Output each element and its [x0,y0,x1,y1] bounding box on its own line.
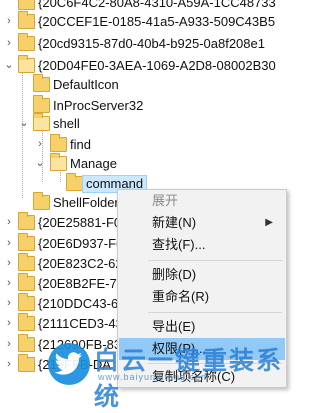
tree-row-label: {20E8B2FE-75 [38,276,125,291]
folder-icon [18,33,35,51]
tree-row-label: {212690FB-83 [38,337,122,352]
folder-icon [50,134,67,152]
chevron-right-icon[interactable]: › [3,315,15,331]
chevron-right-icon[interactable]: › [3,35,15,51]
tree-row-label: {20E6D937-F6 [38,236,124,251]
menu-item-label: 查找(F)... [152,237,206,252]
folder-open-icon [33,113,50,131]
chevron-right-icon[interactable]: › [3,275,15,291]
tree-row-label: Manage [70,156,117,171]
menu-item-delete[interactable]: 删除(D) [119,264,285,286]
tree-row[interactable]: › {20CCEF1E-0185-41a5-A933-509C43B5 [0,11,289,33]
submenu-arrow-icon: ▶ [265,217,273,228]
folder-icon [18,334,35,352]
chevron-right-icon[interactable]: › [3,356,15,372]
chevron-right-icon[interactable]: › [34,136,46,152]
tree-row[interactable]: DefaultIcon [0,74,289,96]
tree-row-label: {20cd9315-87d0-40b4-b925-0a8f208e1 [38,36,265,51]
folder-icon [18,11,35,29]
chevron-down-icon[interactable]: ⌄ [3,57,15,73]
folder-icon [18,354,35,372]
tree-row[interactable]: › {20cd9315-87d0-40b4-b925-0a8f208e1 [0,33,289,55]
menu-item-label: 权限(P)... [152,341,207,356]
menu-item-label: 新建(N) [152,215,197,230]
tree-row-label: InProcServer32 [53,98,144,113]
menu-item-label: 复制项名称(C) [152,369,236,384]
tree-row-expanded[interactable]: ⌄ shell [0,113,289,135]
context-menu: 展开 新建(N) ▶ 查找(F)... 删除(D) 重命名(R) 导出(E) 权… [117,189,287,388]
menu-separator [148,260,282,261]
folder-icon [18,273,35,291]
menu-item-label: 重命名(R) [152,289,210,304]
chevron-right-icon[interactable]: › [3,235,15,251]
tree-row-label: {2111CED3-43 [38,316,123,331]
tree-row-label: {20E25881-F0 [38,215,122,230]
folder-icon [33,74,50,92]
chevron-right-icon[interactable]: › [3,255,15,271]
tree-row-label: {20E823C2-62 [38,256,123,271]
folder-icon [18,293,35,311]
folder-icon [18,212,35,230]
chevron-right-icon[interactable]: › [3,295,15,311]
menu-item-copy-key-name[interactable]: 复制项名称(C) [119,366,285,388]
folder-open-icon [18,55,35,73]
menu-item-label: 展开 [152,193,179,208]
tree-row-label: {20CCEF1E-0185-41a5-A933-509C43B5 [38,14,276,29]
tree-row-label: {210DDC43-68 [38,296,126,311]
tree-row-label: ShellFolder [53,195,119,210]
chevron-right-icon[interactable]: › [3,336,15,352]
tree-row-label: find [70,137,91,152]
tree-row-label: {215FFB-DA [38,357,111,372]
tree-row-label: {20C6F4C2-80A8-4310-A59A-1CC48733 [38,0,276,10]
menu-item-rename[interactable]: 重命名(R) [119,286,285,308]
tree-row-label: DefaultIcon [53,77,119,92]
menu-item-new[interactable]: 新建(N) ▶ [119,212,285,234]
folder-icon [18,0,35,10]
menu-item-permissions[interactable]: 权限(P)... [119,338,285,360]
folder-icon [66,173,83,191]
menu-separator [148,312,282,313]
tree-row-label: {20D04FE0-3AEA-1069-A2D8-08002B30 [38,58,276,73]
folder-icon [18,253,35,271]
tree-row-label: shell [53,116,80,131]
menu-item-expand[interactable]: 展开 [119,190,285,212]
menu-item-label: 删除(D) [152,267,197,282]
menu-item-find[interactable]: 查找(F)... [119,234,285,256]
chevron-right-icon[interactable]: › [3,214,15,230]
menu-item-label: 导出(E) [152,319,196,334]
chevron-right-icon[interactable]: › [3,13,15,29]
menu-separator [148,363,282,364]
folder-icon [18,313,35,331]
chevron-down-icon[interactable]: ⌄ [34,155,46,171]
tree-row-expanded[interactable]: ⌄ Manage [0,153,289,175]
folder-icon [18,233,35,251]
menu-item-export[interactable]: 导出(E) [119,316,285,338]
chevron-down-icon[interactable]: ⌄ [18,115,30,131]
folder-open-icon [50,153,67,171]
folder-icon [33,95,50,113]
folder-icon [33,192,50,210]
